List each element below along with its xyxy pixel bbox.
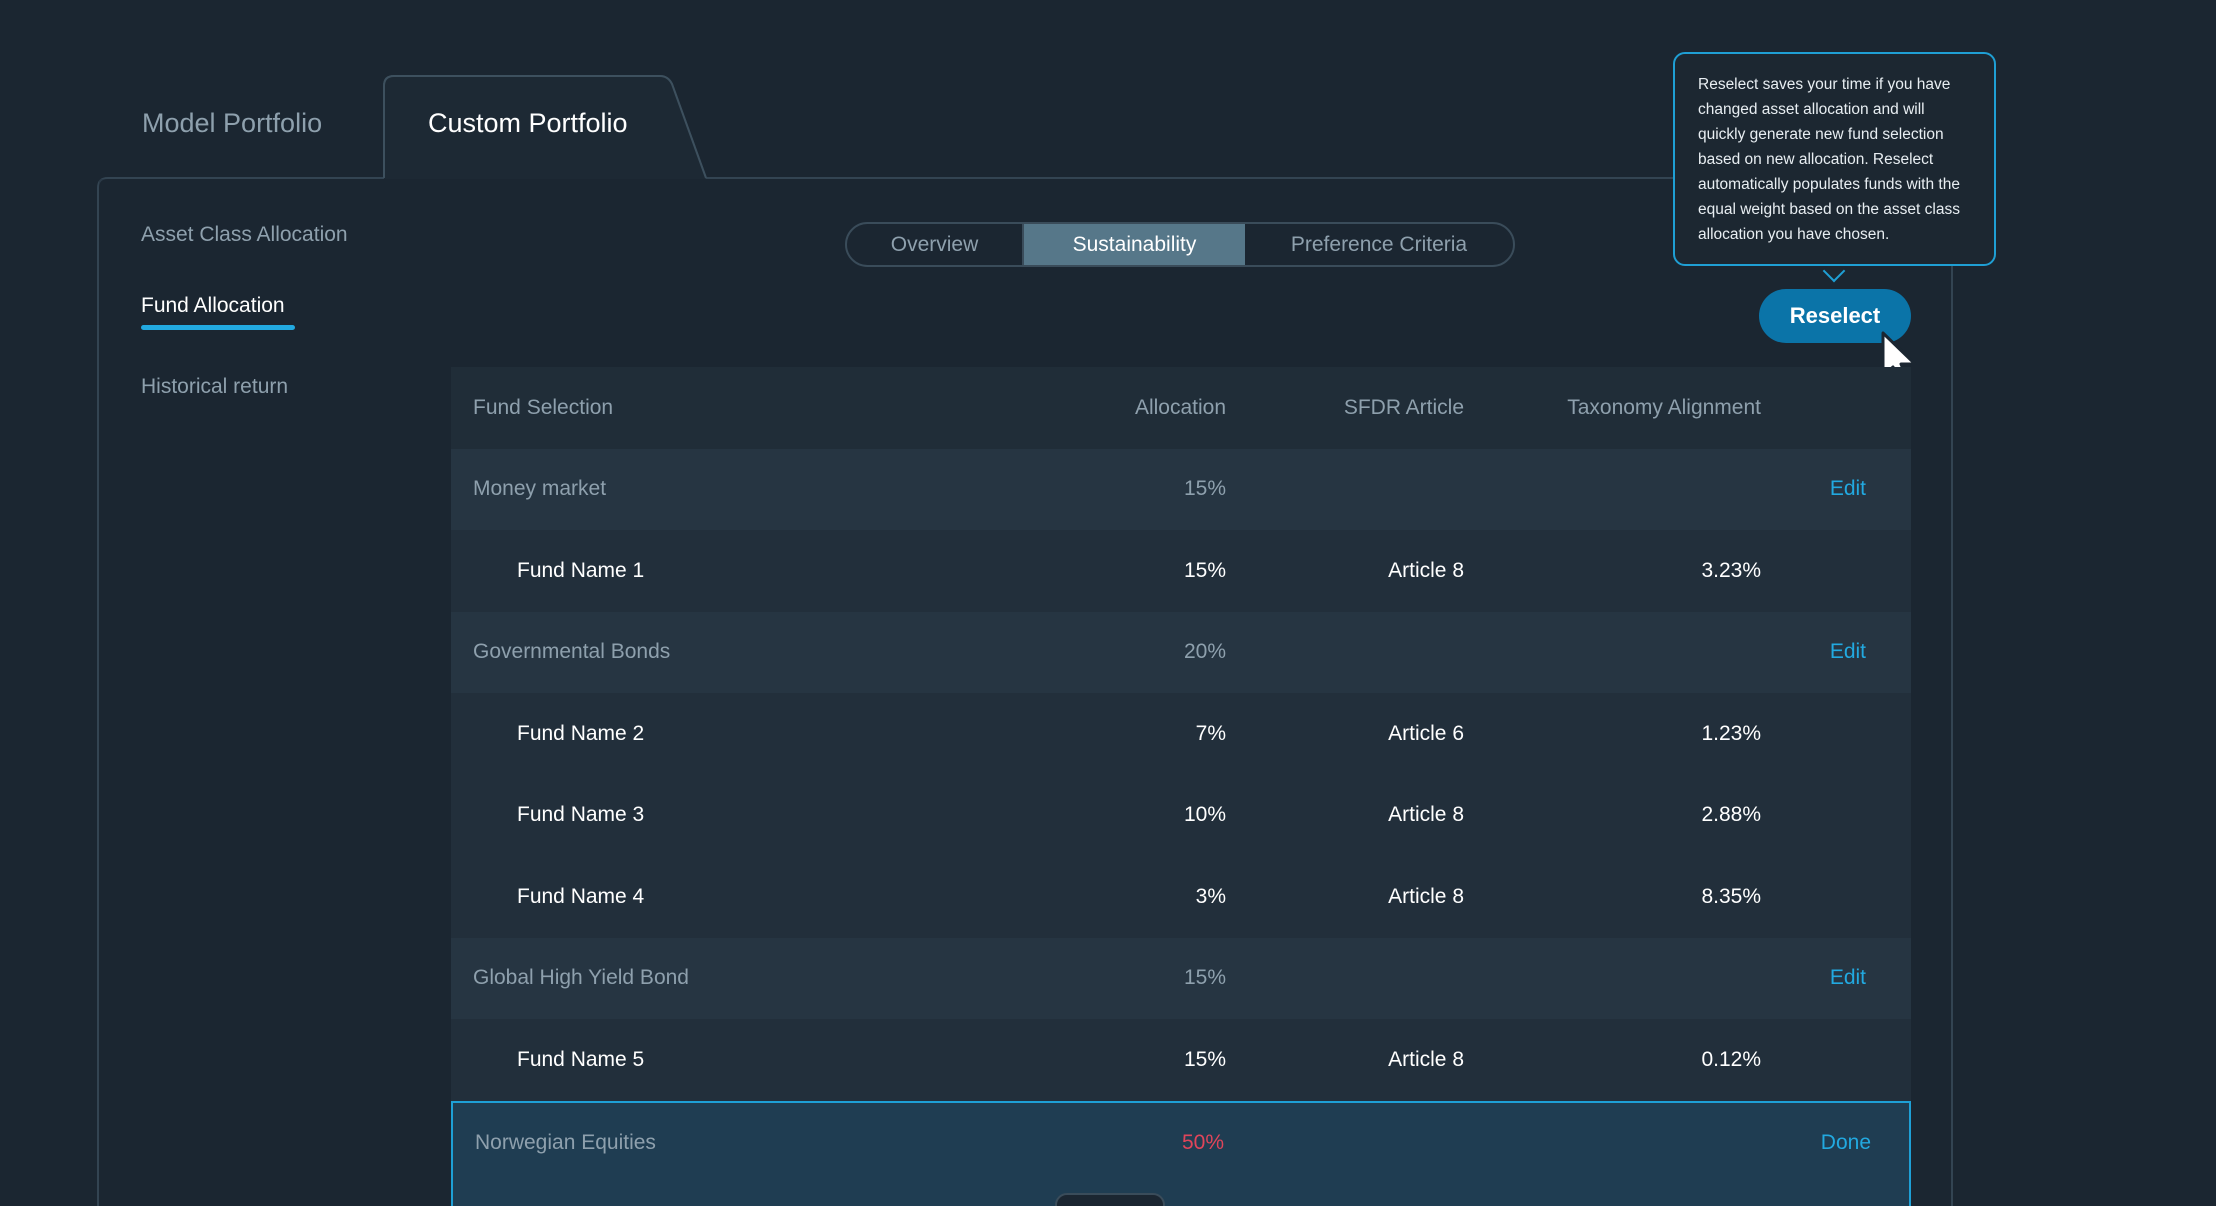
fund-name: Fund Name 3: [517, 803, 645, 827]
fund-sfdr-article: Article 8: [1388, 803, 1464, 827]
edit-button[interactable]: Edit: [1830, 966, 1866, 990]
nav-asset-class-allocation[interactable]: Asset Class Allocation: [141, 223, 348, 247]
fund-row: Fund Name 2 7% Article 6 1.23%: [451, 693, 1911, 775]
fund-sfdr-article: Article 6: [1388, 721, 1464, 745]
fund-sfdr-article: Article 8: [1388, 1047, 1464, 1071]
group-allocation: 15%: [1183, 966, 1226, 990]
segment-sustainability[interactable]: Sustainability: [1024, 224, 1245, 265]
group-allocation: 50%: [1181, 1130, 1224, 1154]
group-row: Money market 15% Edit: [451, 448, 1911, 530]
header-allocation: Allocation: [1134, 395, 1226, 419]
fund-allocation: 3%: [1195, 884, 1226, 908]
group-allocation: 15%: [1183, 477, 1226, 501]
fund-taxonomy: 0.12%: [1701, 1047, 1761, 1071]
group-allocation: 20%: [1183, 640, 1226, 664]
fund-name: Fund Name 2: [517, 721, 645, 745]
fund-taxonomy: 8.35%: [1701, 884, 1761, 908]
fund-name: Fund Name 5: [517, 1047, 645, 1071]
fund-row: Fund Name 4 3% Article 8 8.35%: [451, 856, 1911, 938]
fund-row: Fund Name 3 10% Article 8 2.88%: [451, 774, 1911, 856]
edit-button[interactable]: Edit: [1830, 477, 1866, 501]
segment-overview[interactable]: Overview: [847, 224, 1024, 265]
group-name: Norwegian Equities: [475, 1130, 656, 1154]
fund-allocation-table: Fund Selection Allocation SFDR Article T…: [451, 367, 1911, 1206]
edit-button[interactable]: Edit: [1830, 640, 1866, 664]
fund-sfdr-article: Article 8: [1388, 558, 1464, 582]
done-button[interactable]: Done: [1821, 1131, 1871, 1155]
nav-active-underline: [141, 325, 295, 330]
fund-allocation: 7%: [1195, 721, 1226, 745]
reselect-tooltip: Reselect saves your time if you have cha…: [1673, 52, 1996, 266]
group-name: Governmental Bonds: [473, 640, 671, 664]
fund-row: Fund Name 5 15% Article 8 0.12%: [451, 1019, 1911, 1101]
fund-allocation: 15%: [1183, 1047, 1226, 1071]
fund-sfdr-article: Article 8: [1388, 884, 1464, 908]
tooltip-text: Reselect saves your time if you have cha…: [1698, 76, 1960, 243]
header-sfdr-article: SFDR Article: [1343, 395, 1464, 419]
nav-fund-allocation[interactable]: Fund Allocation: [141, 294, 285, 318]
tab-custom-portfolio[interactable]: Custom Portfolio: [428, 108, 628, 139]
tab-model-portfolio[interactable]: Model Portfolio: [142, 108, 322, 139]
fund-allocation: 15%: [1183, 558, 1226, 582]
fund-name: Fund Name 4: [517, 884, 645, 908]
fund-allocation: 10%: [1183, 803, 1226, 827]
group-row-editing: Norwegian Equities 50% Done: [451, 1100, 1911, 1206]
group-row: Governmental Bonds 20% Edit: [451, 611, 1911, 693]
fund-taxonomy: 3.23%: [1701, 558, 1761, 582]
view-segmented-control: Overview Sustainability Preference Crite…: [845, 222, 1515, 267]
header-fund-selection: Fund Selection: [473, 395, 614, 419]
fund-taxonomy: 1.23%: [1701, 721, 1761, 745]
group-name: Global High Yield Bond: [473, 966, 689, 990]
segment-preference-criteria[interactable]: Preference Criteria: [1245, 224, 1513, 265]
fund-name: Fund Name 1: [517, 558, 645, 582]
fund-taxonomy: 2.88%: [1701, 803, 1761, 827]
group-row: Global High Yield Bond 15% Edit: [451, 937, 1911, 1019]
drag-handle[interactable]: [1055, 1193, 1165, 1206]
table-header-row: Fund Selection Allocation SFDR Article T…: [451, 367, 1911, 449]
nav-historical-return[interactable]: Historical return: [141, 375, 288, 399]
group-name: Money market: [473, 477, 607, 501]
header-taxonomy-alignment: Taxonomy Alignment: [1567, 395, 1761, 419]
fund-row: Fund Name 1 15% Article 8 3.23%: [451, 530, 1911, 612]
